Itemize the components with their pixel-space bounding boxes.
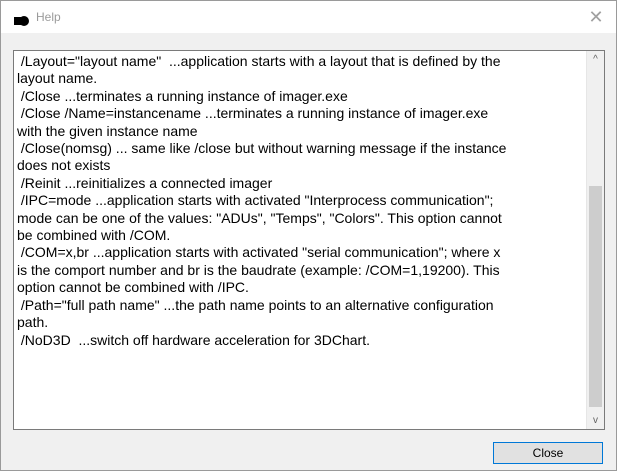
help-text-line: /IPC=mode ...application starts with act… [17, 192, 494, 209]
help-text: /Layout="layout name" ...application sta… [17, 53, 584, 427]
close-icon[interactable]: ✕ [586, 7, 606, 27]
help-text-line: mode can be one of the values: "ADUs", "… [17, 209, 502, 226]
help-text-line: /COM=x,br ...application starts with act… [17, 244, 501, 261]
scroll-up-icon[interactable]: ^ [587, 51, 604, 68]
help-text-line: is the comport number and br is the baud… [17, 261, 500, 278]
vertical-scrollbar[interactable]: ^ v [586, 51, 604, 429]
help-text-line: /Close(nomsg) ... same like /close but w… [17, 140, 507, 157]
help-text-line: with the given instance name [17, 122, 198, 139]
window-title: Help [36, 10, 61, 24]
title-bar: Help ✕ [1, 1, 616, 33]
help-text-line: /Reinit ...reinitializes a connected ima… [17, 174, 273, 191]
help-text-line: layout name. [17, 70, 98, 87]
help-text-line: /NoD3D ...switch off hardware accelerati… [17, 331, 371, 348]
close-button[interactable]: Close [493, 442, 603, 464]
help-dialog: Help ✕ /Layout="layout name" ...applicat… [0, 0, 617, 471]
help-text-line: /Close /Name=instancename ...terminates … [17, 105, 489, 122]
scroll-down-icon[interactable]: v [587, 412, 604, 429]
help-text-line: /Close ...terminates a running instance … [17, 87, 348, 104]
help-text-line: be combined with /COM. [17, 227, 171, 244]
help-text-line: path. [17, 314, 49, 331]
help-text-line: does not exists [17, 157, 111, 174]
app-icon [14, 13, 30, 26]
help-text-line: /Layout="layout name" ...application sta… [17, 53, 501, 69]
dialog-body: /Layout="layout name" ...application sta… [1, 33, 616, 470]
help-text-line: /Path="full path name" ...the path name … [17, 296, 494, 313]
scroll-thumb[interactable] [589, 186, 602, 407]
help-textbox[interactable]: /Layout="layout name" ...application sta… [13, 50, 605, 430]
help-text-line: option cannot be combined with /IPC. [17, 279, 249, 296]
